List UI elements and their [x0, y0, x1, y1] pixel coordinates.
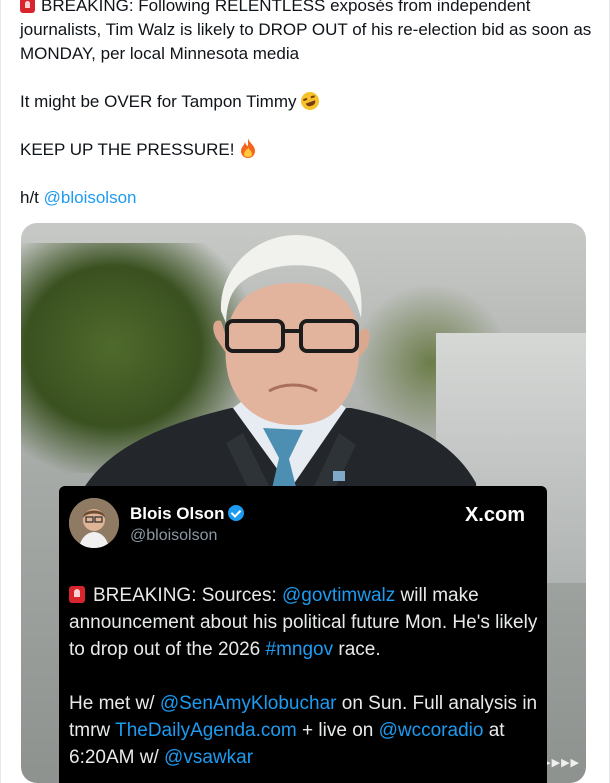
mention-wccoradio-link[interactable]: @wccoradio: [379, 720, 484, 741]
post-line-tampon: It might be OVER for Tampon Timmy: [20, 89, 595, 114]
post-line-pressure: KEEP UP THE PRESSURE!: [20, 138, 595, 162]
verified-badge-icon: [228, 505, 245, 521]
mention-senamyklobuchar-link[interactable]: @SenAmyKlobuchar: [160, 693, 337, 714]
card-paragraph-1: BREAKING: Sources: @govtimwalz will make…: [69, 585, 538, 660]
post-text: BREAKING: Following RELENTLESS exposés f…: [20, 0, 595, 210]
rolling-laughing-icon: [297, 89, 322, 113]
card-body: BREAKING: Sources: @govtimwalz will make…: [69, 582, 539, 771]
page-border-left: [0, 0, 1, 783]
mention-vsawkar-link[interactable]: @vsawkar: [164, 747, 253, 768]
card-paragraph-2: He met w/ @SenAmyKlobuchar on Sun. Full …: [69, 693, 538, 768]
mention-bloisolson-link[interactable]: @bloisolson: [44, 188, 137, 207]
thedailyagenda-link[interactable]: TheDailyAgenda.com: [115, 720, 297, 741]
siren-icon: [69, 586, 85, 603]
siren-icon: [20, 0, 35, 13]
avatar-portrait: [69, 498, 119, 548]
card-author-name[interactable]: Blois Olson: [130, 504, 245, 524]
fire-icon: [241, 138, 256, 158]
avatar: [69, 498, 119, 548]
hashtag-mngov-link[interactable]: #mngov: [266, 639, 334, 660]
embedded-tweet-card: Blois Olson @bloisolson X.com BREAKING: …: [59, 486, 547, 783]
post-line-breaking: BREAKING: Following RELENTLESS exposés f…: [20, 0, 592, 63]
mention-govtimwalz-link[interactable]: @govtimwalz: [282, 585, 395, 606]
post-line-ht: h/t @bloisolson: [20, 188, 137, 207]
x-com-logo: X.com: [464, 504, 525, 526]
card-author-handle: @bloisolson: [130, 527, 218, 544]
